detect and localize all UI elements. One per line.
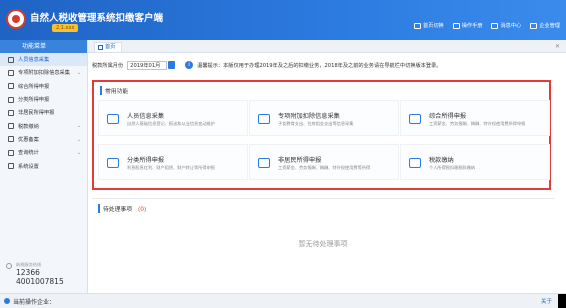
sidebar-item-category[interactable]: 分类所得申报 [0,93,87,106]
todo-title: 待处理事项 (0) [98,204,146,213]
version-badge: 2.1.xxx [52,24,79,32]
calendar-icon[interactable] [168,61,176,69]
tax-pay-card-icon [409,158,421,168]
user-icon [4,298,10,304]
chevron-down-icon: ⌄ [76,123,81,130]
top-menu: 首页切换 操作手册 消息中心 企业管理 [413,22,560,29]
company-icon [530,22,538,29]
sidebar-item-query[interactable]: 查询统计 ⌄ [0,146,87,159]
top-menu-messages[interactable]: 消息中心 [491,22,521,29]
tab-bar: 首页 ✕ [88,40,566,53]
chevron-down-icon: ⌄ [76,70,81,77]
query-icon [8,149,14,156]
comprehensive-icon [8,83,14,90]
chevron-down-icon: ⌄ [76,136,81,143]
top-menu-home-switch[interactable]: 首页切换 [413,22,444,29]
tax-pay-icon [8,123,14,130]
todo-section: 待处理事项 (0) 暂无待处理事项 [92,198,554,288]
person-card-icon [107,114,119,124]
category-icon [8,96,14,103]
sidebar-item-special-deduction[interactable]: 专项附加扣除信息采集 ⌄ [0,66,87,79]
comprehensive-card-icon [409,114,421,124]
todo-count: (0) [138,207,147,213]
category-card-icon [107,158,119,168]
window-corner [558,294,566,308]
close-icon[interactable]: ✕ [555,43,560,50]
sidebar-item-person-info[interactable]: 人员信息采集 [0,53,87,67]
sidebar-item-tax-payment[interactable]: 税款缴纳 ⌄ [0,119,87,132]
top-menu-company[interactable]: 企业管理 [530,22,560,29]
card-category[interactable]: 分类所得申报 利息股息红利、财产租赁、财产转让等所得申报 [98,144,248,180]
card-special-deduction[interactable]: 专项附加扣除信息采集 子女教育支出、住房租金支出等信息采集 [249,100,399,136]
deduction-card-icon [258,114,270,124]
filter-row: 税款所属月份 2019年01月 i 温馨提示：本版仅用于办理2019年及之后的扣… [92,58,562,72]
person-icon [8,56,14,63]
top-menu-manual[interactable]: 操作手册 [452,22,482,29]
title-bar: 自然人税收管理系统扣缴客户端 2.1.xxx 首页切换 操作手册 消息中心 企业… [0,0,566,40]
todo-empty-text: 暂无待处理事项 [298,240,348,248]
period-input[interactable]: 2019年01月 [127,60,168,70]
card-tax-payment[interactable]: 税款缴纳 个人所得税扣缴税款缴纳 [400,144,550,180]
common-functions-panel: 常用功能 人员信息采集 自然人基础信息登记、报送和从业信息变动维护 专项附加扣除… [92,80,551,190]
card-nonresident[interactable]: 非居民所得申报 工资薪金、劳务报酬、稿酬、特许权使用费等所得 [249,144,399,180]
manual-icon [452,22,460,29]
card-person-info[interactable]: 人员信息采集 自然人基础信息登记、报送和从业信息变动维护 [98,100,248,136]
info-icon: i [185,61,194,69]
sidebar-item-comprehensive[interactable]: 综合所得申报 [0,80,87,93]
current-company-label: 当前操作企业： [13,299,56,306]
tab-home[interactable]: 首页 [94,42,123,52]
home-switch-icon [413,22,421,29]
service-hotline: 纳税服务热线 12366 4001007815 [6,262,82,286]
panel-title: 常用功能 [100,86,128,95]
notice-text: 温馨提示：本版仅用于办理2019年及之后的扣缴业务，2018年及之前的业务请在导… [197,62,442,69]
status-bar: 当前操作企业： 关于 [0,293,566,308]
sidebar-item-preferential[interactable]: 优惠备案 ⌄ [0,133,87,146]
nonresident-icon [8,109,14,116]
preferential-icon [8,136,14,143]
sidebar-item-settings[interactable]: 系统设置 [0,159,87,172]
chevron-down-icon: ⌄ [76,150,81,157]
about-link[interactable]: 关于 [541,297,552,305]
hotline-number: 4001007815 [16,277,64,286]
period-label: 税款所属月份 [92,62,124,69]
sidebar: 功能菜单 人员信息采集 专项附加扣除信息采集 ⌄ 综合所得申报 分类所得申报 非… [0,40,88,293]
deduction-icon [8,69,14,76]
sidebar-header: 功能菜单 [0,40,87,53]
card-comprehensive[interactable]: 综合所得申报 工资薪金、劳务报酬、稿酬、特许权使用费所得申报 [400,100,550,136]
app-title: 自然人税收管理系统扣缴客户端 [30,13,164,24]
hotline-number: 12366 [16,268,40,277]
sidebar-item-nonresident[interactable]: 非居民所得申报 [0,106,87,119]
home-icon [98,45,103,50]
tax-emblem-icon [6,9,26,29]
message-icon [491,22,499,29]
phone-icon [6,263,12,269]
settings-icon [8,163,14,170]
nonresident-card-icon [258,158,270,168]
